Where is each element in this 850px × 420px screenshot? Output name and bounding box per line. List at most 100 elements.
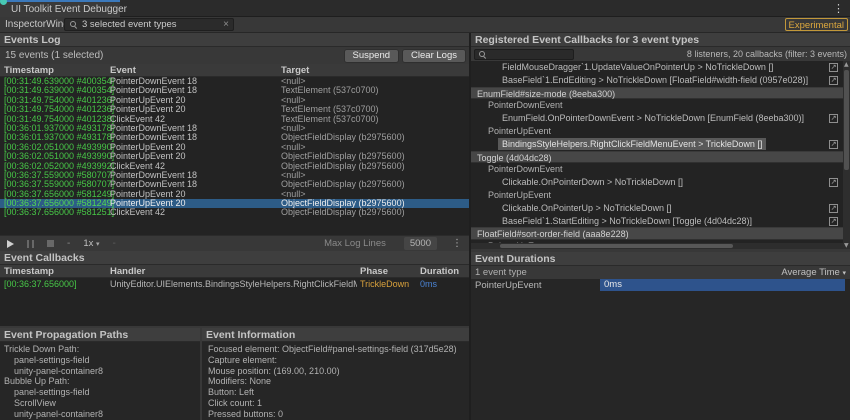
event-durations-list: PointerUpEvent 0ms — [471, 279, 850, 420]
sort-label: Average Time — [781, 267, 839, 278]
events-log-title: Events Log — [0, 33, 469, 47]
max-log-lines-label: Max Log Lines — [324, 238, 386, 249]
registered-callback-label: Clickable.OnPointerDown > NoTrickleDown … — [498, 176, 687, 188]
registered-callback-item[interactable]: BindingsStyleHelpers.RightClickFieldMenu… — [471, 138, 850, 151]
scrollbar-thumb[interactable] — [844, 70, 849, 170]
callback-handler: UnityEditor.UIElements.BindingsStyleHelp… — [110, 278, 357, 290]
open-in-source-icon[interactable]: ↗ — [829, 114, 838, 123]
callback-phase: TrickleDown — [360, 278, 409, 290]
registered-callback-item[interactable]: BaseField`1.StartEditing > NoTrickleDown… — [471, 215, 850, 228]
playback-speed-value: 1x — [83, 238, 93, 249]
registered-callbacks-search-input[interactable] — [474, 49, 574, 60]
horizontal-scrollbar[interactable] — [471, 243, 843, 249]
col-handler: Handler — [110, 266, 145, 277]
event-propagation-paths-title: Event Propagation Paths — [0, 328, 200, 342]
search-icon — [69, 20, 78, 29]
open-in-source-icon[interactable]: ↗ — [829, 178, 838, 187]
ui-toolkit-event-debugger-window: { "icons": { "menu": "⋮", "clear": "×", … — [0, 0, 850, 420]
callback-duration: 0ms — [420, 278, 437, 290]
callback-element-header[interactable]: FloatField#sort-order-field (aaa8e228) — [471, 227, 850, 240]
callback-event-type[interactable]: PointerUpEvent — [471, 189, 850, 202]
open-in-source-icon[interactable]: ↗ — [829, 217, 838, 226]
clear-logs-button[interactable]: Clear Logs — [402, 49, 466, 63]
registered-callback-label: EnumField.OnPointerDownEvent > NoTrickle… — [498, 112, 808, 124]
registered-callback-item[interactable]: Clickable.OnPointerDown > NoTrickleDown … — [471, 176, 850, 189]
callback-element-header[interactable]: Toggle (4d04dc28) — [471, 151, 850, 164]
playback-bar: - 1x ▾ - Max Log Lines 5000 ⋮ — [0, 235, 469, 251]
average-time-sort-dropdown[interactable]: Average Time ▾ — [781, 267, 846, 278]
callback-event-type[interactable]: PointerDownEvent — [471, 99, 850, 112]
callback-event-type[interactable]: PointerUpEvent — [471, 125, 850, 138]
col-event: Event — [110, 65, 136, 76]
events-log-column-header: Timestamp Event Target — [0, 64, 469, 77]
open-in-source-icon[interactable]: ↗ — [829, 76, 838, 85]
suspend-button[interactable]: Suspend — [344, 49, 400, 63]
event-propagation-paths-content: Trickle Down Path: panel-settings-field … — [0, 342, 200, 420]
window-kebab-menu-icon[interactable]: ⋮ — [833, 2, 844, 15]
event-information-content: Focused element: ObjectField#panel-setti… — [202, 342, 469, 420]
event-information-title: Event Information — [202, 328, 469, 342]
open-in-source-icon[interactable]: ↗ — [829, 140, 838, 149]
event-information-line: Click count: 1 — [208, 398, 469, 409]
log-row[interactable]: [00:36:37.656000 #581251]ClickEvent 42Ob… — [0, 208, 469, 217]
open-in-source-icon[interactable]: ↗ — [829, 63, 838, 72]
propagation-path-line: unity-panel-container8 — [4, 409, 200, 420]
log-timestamp: [00:36:37.656000 #581251] — [4, 208, 114, 218]
clear-search-icon[interactable]: × — [223, 20, 229, 30]
chevron-down-icon: ▾ — [842, 269, 846, 277]
speed-decrease-button[interactable]: - — [67, 238, 70, 249]
callback-event-type[interactable]: PointerDownEvent — [471, 163, 850, 176]
propagation-path-line: unity-panel-container8 — [4, 366, 200, 377]
tab-ui-toolkit-event-debugger[interactable]: UI Toolkit Event Debugger — [0, 0, 120, 17]
col-duration: Duration — [420, 266, 459, 277]
search-value: 3 selected event types — [82, 19, 177, 30]
open-in-source-icon[interactable]: ↗ — [829, 204, 838, 213]
playback-speed-dropdown[interactable]: 1x ▾ — [83, 238, 99, 249]
event-information-line: Mouse position: (169.00, 210.00) — [208, 366, 469, 377]
callback-element-header[interactable]: EnumField#size-mode (8eeba300) — [471, 87, 850, 100]
duration-row[interactable]: PointerUpEvent 0ms — [471, 279, 850, 292]
registered-callback-label: Clickable.OnPointerUp > NoTrickleDown [] — [498, 202, 675, 214]
registered-callback-label: FieldMouseDragger`1.UpdateValueOnPointer… — [498, 61, 777, 73]
main-toolbar: InspectorWindow▾ 3 selected event types … — [0, 17, 850, 33]
log-kebab-menu-icon[interactable]: ⋮ — [452, 238, 462, 249]
play-icon[interactable] — [7, 240, 14, 248]
registered-callback-item[interactable]: EnumField.OnPointerDownEvent > NoTrickle… — [471, 112, 850, 125]
registered-callback-item[interactable]: Clickable.OnPointerUp > NoTrickleDown []… — [471, 202, 850, 215]
pause-icon[interactable] — [27, 240, 34, 248]
registered-callback-item[interactable]: BaseField`1.EndEditing > NoTrickleDown [… — [471, 74, 850, 87]
registered-callbacks-title: Registered Event Callbacks for 3 event t… — [471, 33, 850, 47]
scroll-up-icon[interactable]: ▲ — [844, 61, 849, 68]
event-durations-toolbar: 1 event type Average Time ▾ — [471, 266, 850, 279]
callback-row[interactable]: [00:36:37.656000]UnityEditor.UIElements.… — [0, 278, 469, 291]
event-information-line: Pressed buttons: 0 — [208, 409, 469, 420]
event-type-filter-search[interactable]: 3 selected event types × — [64, 18, 234, 31]
chevron-down-icon: ▾ — [96, 240, 100, 248]
max-log-lines-input[interactable]: 5000 — [404, 237, 437, 250]
registered-callback-label: BaseField`1.StartEditing > NoTrickleDown… — [498, 215, 756, 227]
registered-callbacks-summary: 8 listeners, 20 callbacks (filter: 3 eve… — [687, 49, 847, 59]
event-information-line: Modifiers: None — [208, 376, 469, 387]
event-callbacks-column-header: Timestamp Handler Phase Duration — [0, 265, 469, 278]
registered-callback-item[interactable]: FieldMouseDragger`1.UpdateValueOnPointer… — [471, 61, 850, 74]
duration-event-name: PointerUpEvent — [475, 280, 542, 291]
vertical-scrollbar[interactable]: ▲ ▼ — [843, 61, 850, 249]
propagation-path-line: panel-settings-field — [4, 355, 200, 366]
event-durations-title: Event Durations — [471, 252, 850, 266]
col-phase: Phase — [360, 266, 388, 277]
scrollbar-thumb[interactable] — [500, 244, 733, 248]
registered-callback-label: BindingsStyleHelpers.RightClickFieldMenu… — [498, 138, 766, 150]
event-information-line: Button: Left — [208, 387, 469, 398]
stop-icon[interactable] — [47, 240, 54, 247]
propagation-path-line: panel-settings-field — [4, 387, 200, 398]
event-information-line: Capture element: — [208, 355, 469, 366]
events-log-list: [00:31:49.639000 #400354]PointerDownEven… — [0, 77, 469, 235]
scroll-down-icon[interactable]: ▼ — [844, 242, 849, 249]
tab-bar: UI Toolkit Event Debugger ⋮ — [0, 0, 850, 17]
speed-increase-button[interactable]: - — [113, 238, 116, 249]
duration-bar: 0ms — [600, 279, 845, 291]
col-timestamp: Timestamp — [4, 266, 54, 277]
propagation-path-line: Trickle Down Path: — [4, 344, 200, 355]
event-callbacks-list: [00:36:37.656000]UnityEditor.UIElements.… — [0, 278, 469, 326]
events-log-status: 15 events (1 selected) — [3, 50, 103, 61]
